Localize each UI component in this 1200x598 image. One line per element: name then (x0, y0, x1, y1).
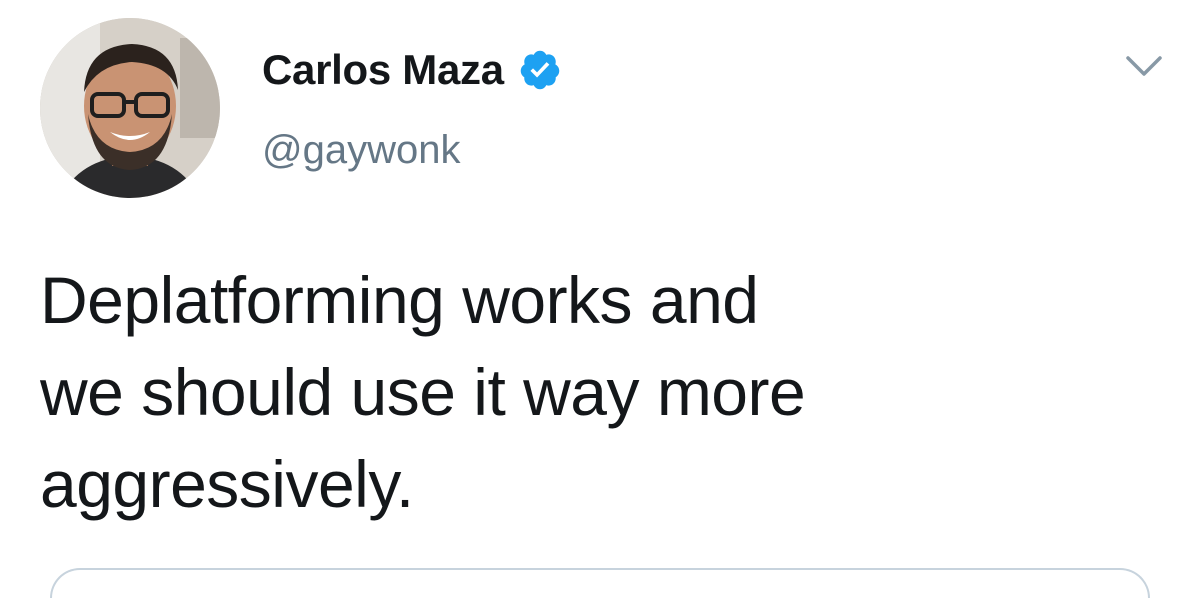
tweet-text-line: we should use it way more (40, 355, 806, 429)
display-name[interactable]: Carlos Maza (262, 46, 504, 94)
tweet-text-line: aggressively. (40, 447, 414, 521)
tweet-text-line: Deplatforming works and (40, 263, 759, 337)
tweet: Carlos Maza @gaywonk Deplatforming works… (0, 0, 1200, 598)
chevron-down-icon[interactable] (1124, 52, 1164, 80)
card-divider (50, 568, 1150, 598)
avatar[interactable] (40, 18, 220, 198)
display-name-row[interactable]: Carlos Maza (262, 44, 562, 96)
user-handle[interactable]: @gaywonk (262, 128, 460, 173)
verified-badge-icon (518, 48, 562, 92)
avatar-photo-icon (40, 18, 220, 198)
tweet-text: Deplatforming works and we should use it… (40, 254, 1040, 530)
